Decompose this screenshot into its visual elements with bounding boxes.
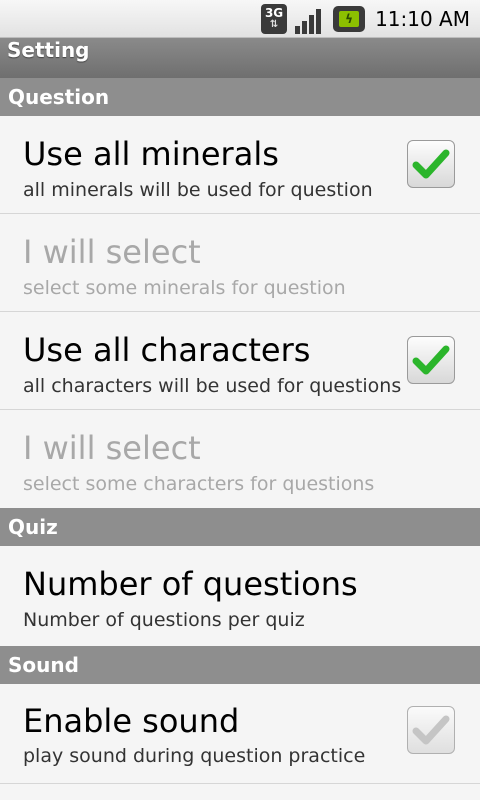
pref-title: Use all characters	[23, 331, 311, 369]
pref-use-all-characters[interactable]: Use all characters all characters will b…	[0, 312, 480, 410]
pref-select-minerals: I will select select some minerals for q…	[0, 214, 480, 312]
pref-select-characters: I will select select some characters for…	[0, 410, 480, 508]
enable-sound-checkbox[interactable]	[407, 706, 455, 754]
pref-summary: select some characters for questions	[23, 473, 375, 495]
pref-title: Number of questions	[23, 565, 358, 603]
pref-summary: Number of questions per quiz	[23, 609, 305, 631]
signal-strength-icon	[293, 4, 327, 34]
pref-summary: all characters will be used for question…	[23, 375, 402, 397]
pref-title: I will select	[23, 429, 201, 467]
section-header-quiz: Quiz	[0, 508, 480, 546]
checkmark-icon	[412, 149, 450, 179]
checkmark-icon	[412, 715, 450, 745]
pref-number-of-questions[interactable]: Number of questions Number of questions …	[0, 546, 480, 646]
pref-title: Use all minerals	[23, 135, 279, 173]
data-arrows-icon: ⇅	[269, 19, 279, 30]
network-label: 3G	[264, 6, 284, 20]
clock: 11:10 AM	[375, 7, 470, 31]
pref-summary: all minerals will be used for question	[23, 179, 373, 201]
pref-enable-sound[interactable]: Enable sound play sound during question …	[0, 684, 480, 784]
use-all-minerals-checkbox[interactable]	[407, 140, 455, 188]
pref-summary: play sound during question practice	[23, 745, 366, 767]
pref-use-all-minerals[interactable]: Use all minerals all minerals will be us…	[0, 116, 480, 214]
pref-title: Enable sound	[23, 702, 240, 740]
status-bar: 3G ⇅ ϟ 11:10 AM	[0, 0, 480, 38]
use-all-characters-checkbox[interactable]	[407, 336, 455, 384]
page-title: Setting	[0, 38, 480, 78]
section-header-sound: Sound	[0, 646, 480, 684]
battery-charging-icon: ϟ	[333, 6, 366, 32]
pref-title: I will select	[23, 233, 201, 271]
status-icons: 3G ⇅ ϟ 11:10 AM	[261, 2, 470, 36]
pref-summary: select some minerals for question	[23, 277, 346, 299]
checkmark-icon	[412, 345, 450, 375]
section-header-question: Question	[0, 78, 480, 116]
network-3g-icon: 3G ⇅	[261, 4, 288, 34]
